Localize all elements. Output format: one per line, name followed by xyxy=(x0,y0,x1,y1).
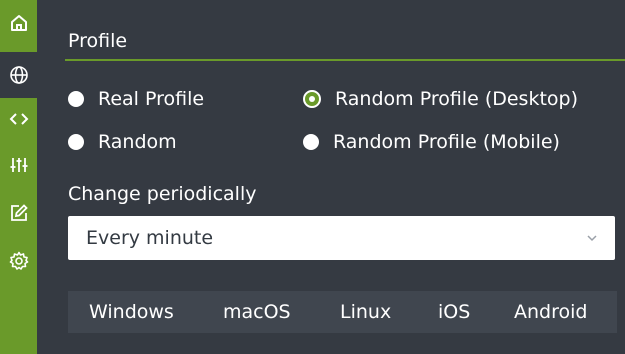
edit-icon xyxy=(10,204,28,221)
tab-android[interactable]: Android xyxy=(514,301,587,323)
change-periodically-label: Change periodically xyxy=(68,183,257,205)
os-tab-bar: Windows macOS Linux iOS Android xyxy=(68,291,617,333)
code-icon xyxy=(9,113,28,125)
sidebar xyxy=(0,0,37,354)
radio-label: Random xyxy=(98,131,177,153)
radio-random-profile-mobile[interactable]: Random Profile (Mobile) xyxy=(303,131,560,153)
tab-linux[interactable]: Linux xyxy=(340,301,391,323)
sidebar-item-sliders[interactable] xyxy=(0,142,37,188)
sidebar-item-home[interactable] xyxy=(0,0,37,46)
change-periodically-select[interactable]: Every minute xyxy=(68,216,615,260)
select-value: Every minute xyxy=(86,227,214,249)
radio-dot xyxy=(68,91,84,107)
title-divider xyxy=(65,59,625,61)
main-panel: Profile Real Profile Random Profile (Des… xyxy=(37,0,625,354)
chevron-down-icon xyxy=(587,235,597,242)
tab-macos[interactable]: macOS xyxy=(223,301,291,323)
section-title: Profile xyxy=(68,30,128,52)
radio-label: Real Profile xyxy=(98,88,205,110)
radio-dot xyxy=(303,134,319,150)
sidebar-item-settings[interactable] xyxy=(0,238,37,284)
radio-real-profile[interactable]: Real Profile xyxy=(68,88,204,110)
radio-label: Random Profile (Mobile) xyxy=(333,131,560,153)
radio-dot xyxy=(68,134,84,150)
radio-dot-selected xyxy=(303,90,321,108)
sidebar-item-edit[interactable] xyxy=(0,190,37,236)
tab-ios[interactable]: iOS xyxy=(438,301,470,323)
radio-random-profile-desktop[interactable]: Random Profile (Desktop) xyxy=(303,88,578,110)
radio-random[interactable]: Random xyxy=(68,131,177,153)
sliders-icon xyxy=(10,158,27,172)
tab-windows[interactable]: Windows xyxy=(89,301,174,323)
sidebar-item-code[interactable] xyxy=(0,96,37,142)
home-icon xyxy=(10,15,27,31)
sidebar-item-globe[interactable] xyxy=(0,52,37,98)
radio-label: Random Profile (Desktop) xyxy=(335,88,579,110)
globe-icon xyxy=(9,66,28,84)
gear-icon xyxy=(9,251,28,270)
